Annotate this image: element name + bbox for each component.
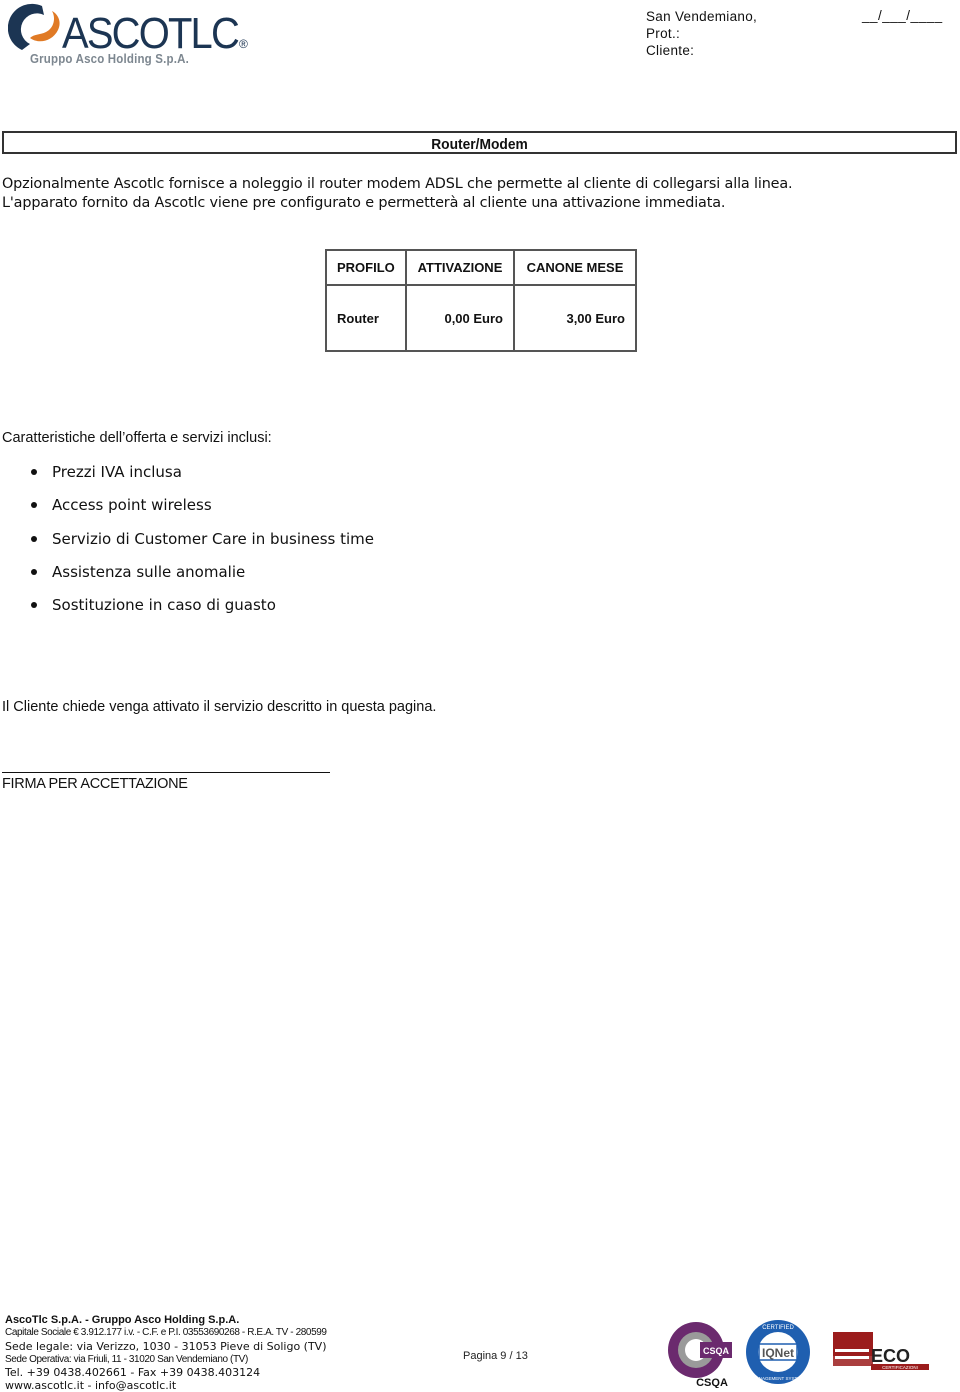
feature-text: Servizio di Customer Care in business ti… [52, 529, 375, 548]
section-header-box: Router/Modem [2, 131, 957, 154]
prot-label: Prot.: [646, 26, 681, 41]
header-attivazione: ATTIVAZIONE [405, 249, 515, 286]
request-text: Il Cliente chiede venga attivato il serv… [2, 699, 437, 715]
csqa-label: CSQA [696, 1377, 728, 1388]
logo-registered-mark: ® [239, 37, 248, 51]
feature-text: Prezzi IVA inclusa [52, 463, 182, 481]
eco-chain-line-1 [835, 1349, 869, 1352]
cell-canone-mese: 3,00 Euro [513, 284, 637, 352]
header-profilo: PROFILO [325, 249, 407, 286]
list-item: Sostituzione in caso di guasto [26, 594, 374, 627]
footer-legal-seat: Sede legale: via Verizzo, 1030 - 31053 P… [5, 1339, 327, 1353]
list-item: Access point wireless [26, 494, 374, 527]
footer-company: AscoTlc S.p.A. - Gruppo Asco Holding S.p… [5, 1314, 240, 1326]
features-label: Caratteristiche dell’offerta e servizi i… [2, 430, 272, 446]
features-list: Prezzi IVA inclusa Access point wireless… [26, 461, 374, 627]
signature-line[interactable] [2, 772, 330, 773]
bullet-icon [31, 502, 37, 509]
eco-label: ECO [871, 1346, 910, 1366]
eco-chain-line-2 [835, 1356, 869, 1359]
csqa-certification-icon: CSQA CSQA [668, 1322, 732, 1388]
footer-capital: Capitale Sociale € 3.912.177 i.v. - C.F.… [5, 1327, 327, 1338]
logo-brand-text: ASCOTLC [62, 9, 239, 54]
eco-certification-icon: ECO CERTIFICAZIONI [833, 1332, 929, 1370]
table-header-row: PROFILO ATTIVAZIONE CANONE MESE [325, 249, 637, 286]
cell-profilo: Router [325, 284, 407, 352]
list-item: Servizio di Customer Care in business ti… [26, 528, 374, 561]
bullet-icon [31, 602, 37, 609]
logo-navy-arc [8, 3, 44, 50]
bullet-icon [31, 469, 37, 475]
company-logo: ASCOTLC ® Gruppo Asco Holding S.p.A. [8, 2, 258, 68]
csqa-tab-label: CSQA [703, 1346, 730, 1356]
signature-label: FIRMA PER ACCETTAZIONE [2, 776, 188, 792]
logo-subtitle: Gruppo Asco Holding S.p.A. [30, 52, 189, 66]
feature-text: Assistenza sulle anomalie [52, 562, 246, 581]
feature-text: Sostituzione in caso di guasto [52, 596, 276, 615]
location-text: San Vendemiano, [646, 9, 758, 24]
list-item: Assistenza sulle anomalie [26, 561, 374, 594]
date-field: __/___/____ [862, 8, 943, 23]
ascotlc-logo-icon: ASCOTLC ® [8, 3, 248, 54]
section-title: Router/Modem [431, 136, 528, 153]
price-table: PROFILO ATTIVAZIONE CANONE MESE Router 0… [325, 249, 637, 352]
intro-line-2: L'apparato fornito da Ascotlc viene pre … [2, 195, 726, 211]
feature-text: Access point wireless [52, 496, 212, 515]
cliente-label: Cliente: [646, 43, 695, 58]
footer-phone-fax: Tel. +39 0438.402661 - Fax +39 0438.4031… [5, 1365, 261, 1379]
intro-line-1: Opzionalmente Ascotlc fornisce a noleggi… [2, 176, 793, 192]
page-number: Pagina 9 / 13 [463, 1350, 528, 1362]
footer-company-info: AscoTlc S.p.A. - Gruppo Asco Holding S.p… [5, 1314, 327, 1392]
eco-sub-label: CERTIFICAZIONI [882, 1365, 918, 1370]
iqnet-ring-bottom: MANAGEMENT SYSTEM [752, 1376, 804, 1381]
bullet-icon [31, 568, 37, 575]
header-info: San Vendemiano, Prot.: Cliente: [646, 8, 757, 59]
eco-red-block [833, 1332, 873, 1356]
list-item: Prezzi IVA inclusa [26, 461, 374, 494]
intro-paragraph: Opzionalmente Ascotlc fornisce a noleggi… [2, 175, 793, 213]
bullet-icon [31, 535, 37, 542]
header-canone-mese: CANONE MESE [513, 249, 637, 286]
cell-attivazione: 0,00 Euro [405, 284, 515, 352]
logo-orange-swoosh [30, 11, 60, 42]
footer-operational-seat: Sede Operativa: via Friuli, 11 - 31020 S… [5, 1353, 248, 1365]
iqnet-label: IQNet [762, 1346, 794, 1360]
footer-web-email: www.ascotlc.it - info@ascotlc.it [5, 1378, 177, 1392]
iqnet-ring-top: CERTIFIED [762, 1325, 794, 1331]
table-row: Router 0,00 Euro 3,00 Euro [325, 284, 637, 352]
iqnet-certification-icon: IQNet CERTIFIED MANAGEMENT SYSTEM [746, 1320, 810, 1384]
